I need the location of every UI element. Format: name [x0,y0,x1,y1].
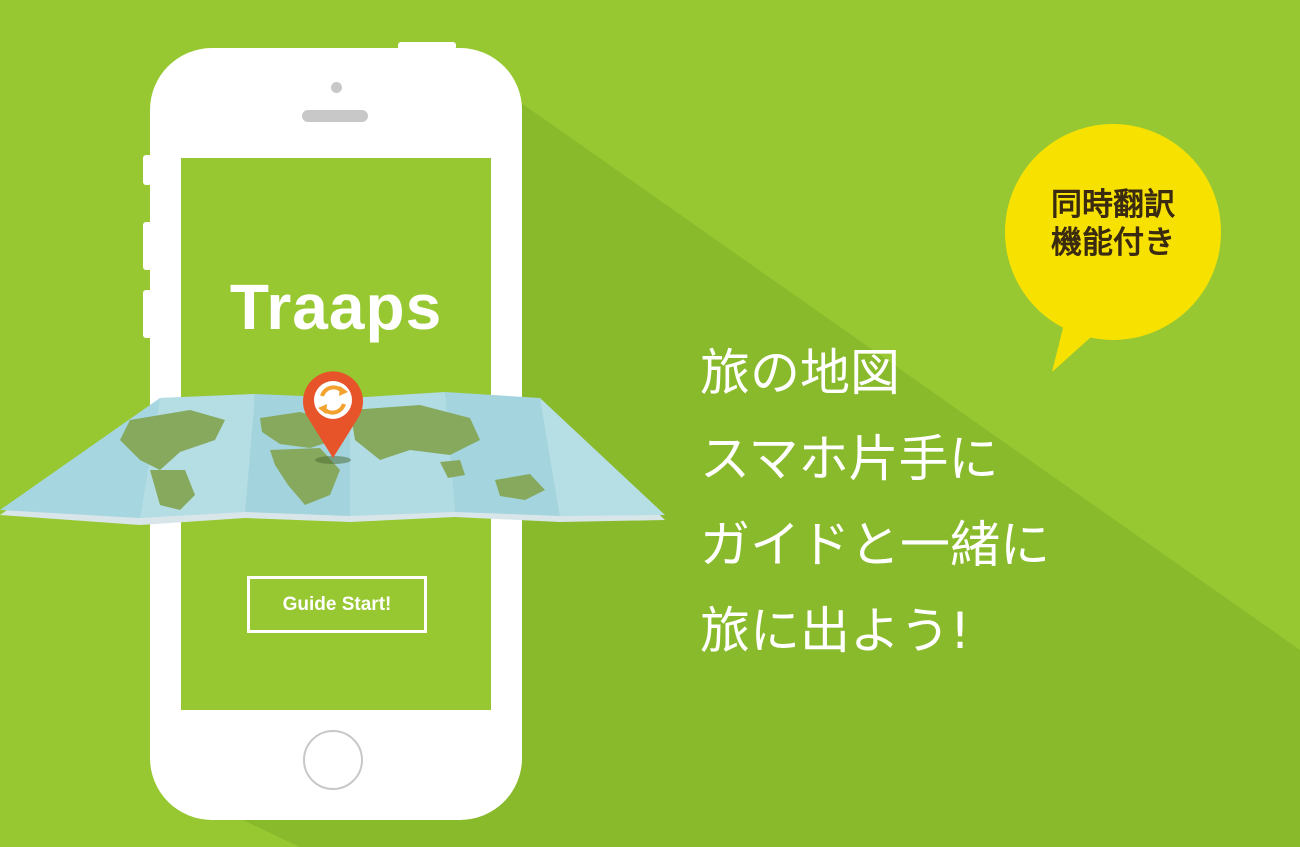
headline-line-2: スマホ片手に [700,430,999,488]
badge-text: 同時翻訳 機能付き [1018,186,1208,262]
speech-bubble [1005,124,1221,372]
headline-line-1: 旅の地図 [700,344,900,402]
badge-line-1: 同時翻訳 [1051,187,1175,223]
headline: 旅の地図 スマホ片手に ガイドと一緒に 旅に出よう! [700,330,1050,674]
headline-line-3: ガイドと一緒に [700,516,1050,574]
badge-line-2: 機能付き [1051,225,1175,261]
headline-line-4: 旅に出よう! [700,602,971,660]
